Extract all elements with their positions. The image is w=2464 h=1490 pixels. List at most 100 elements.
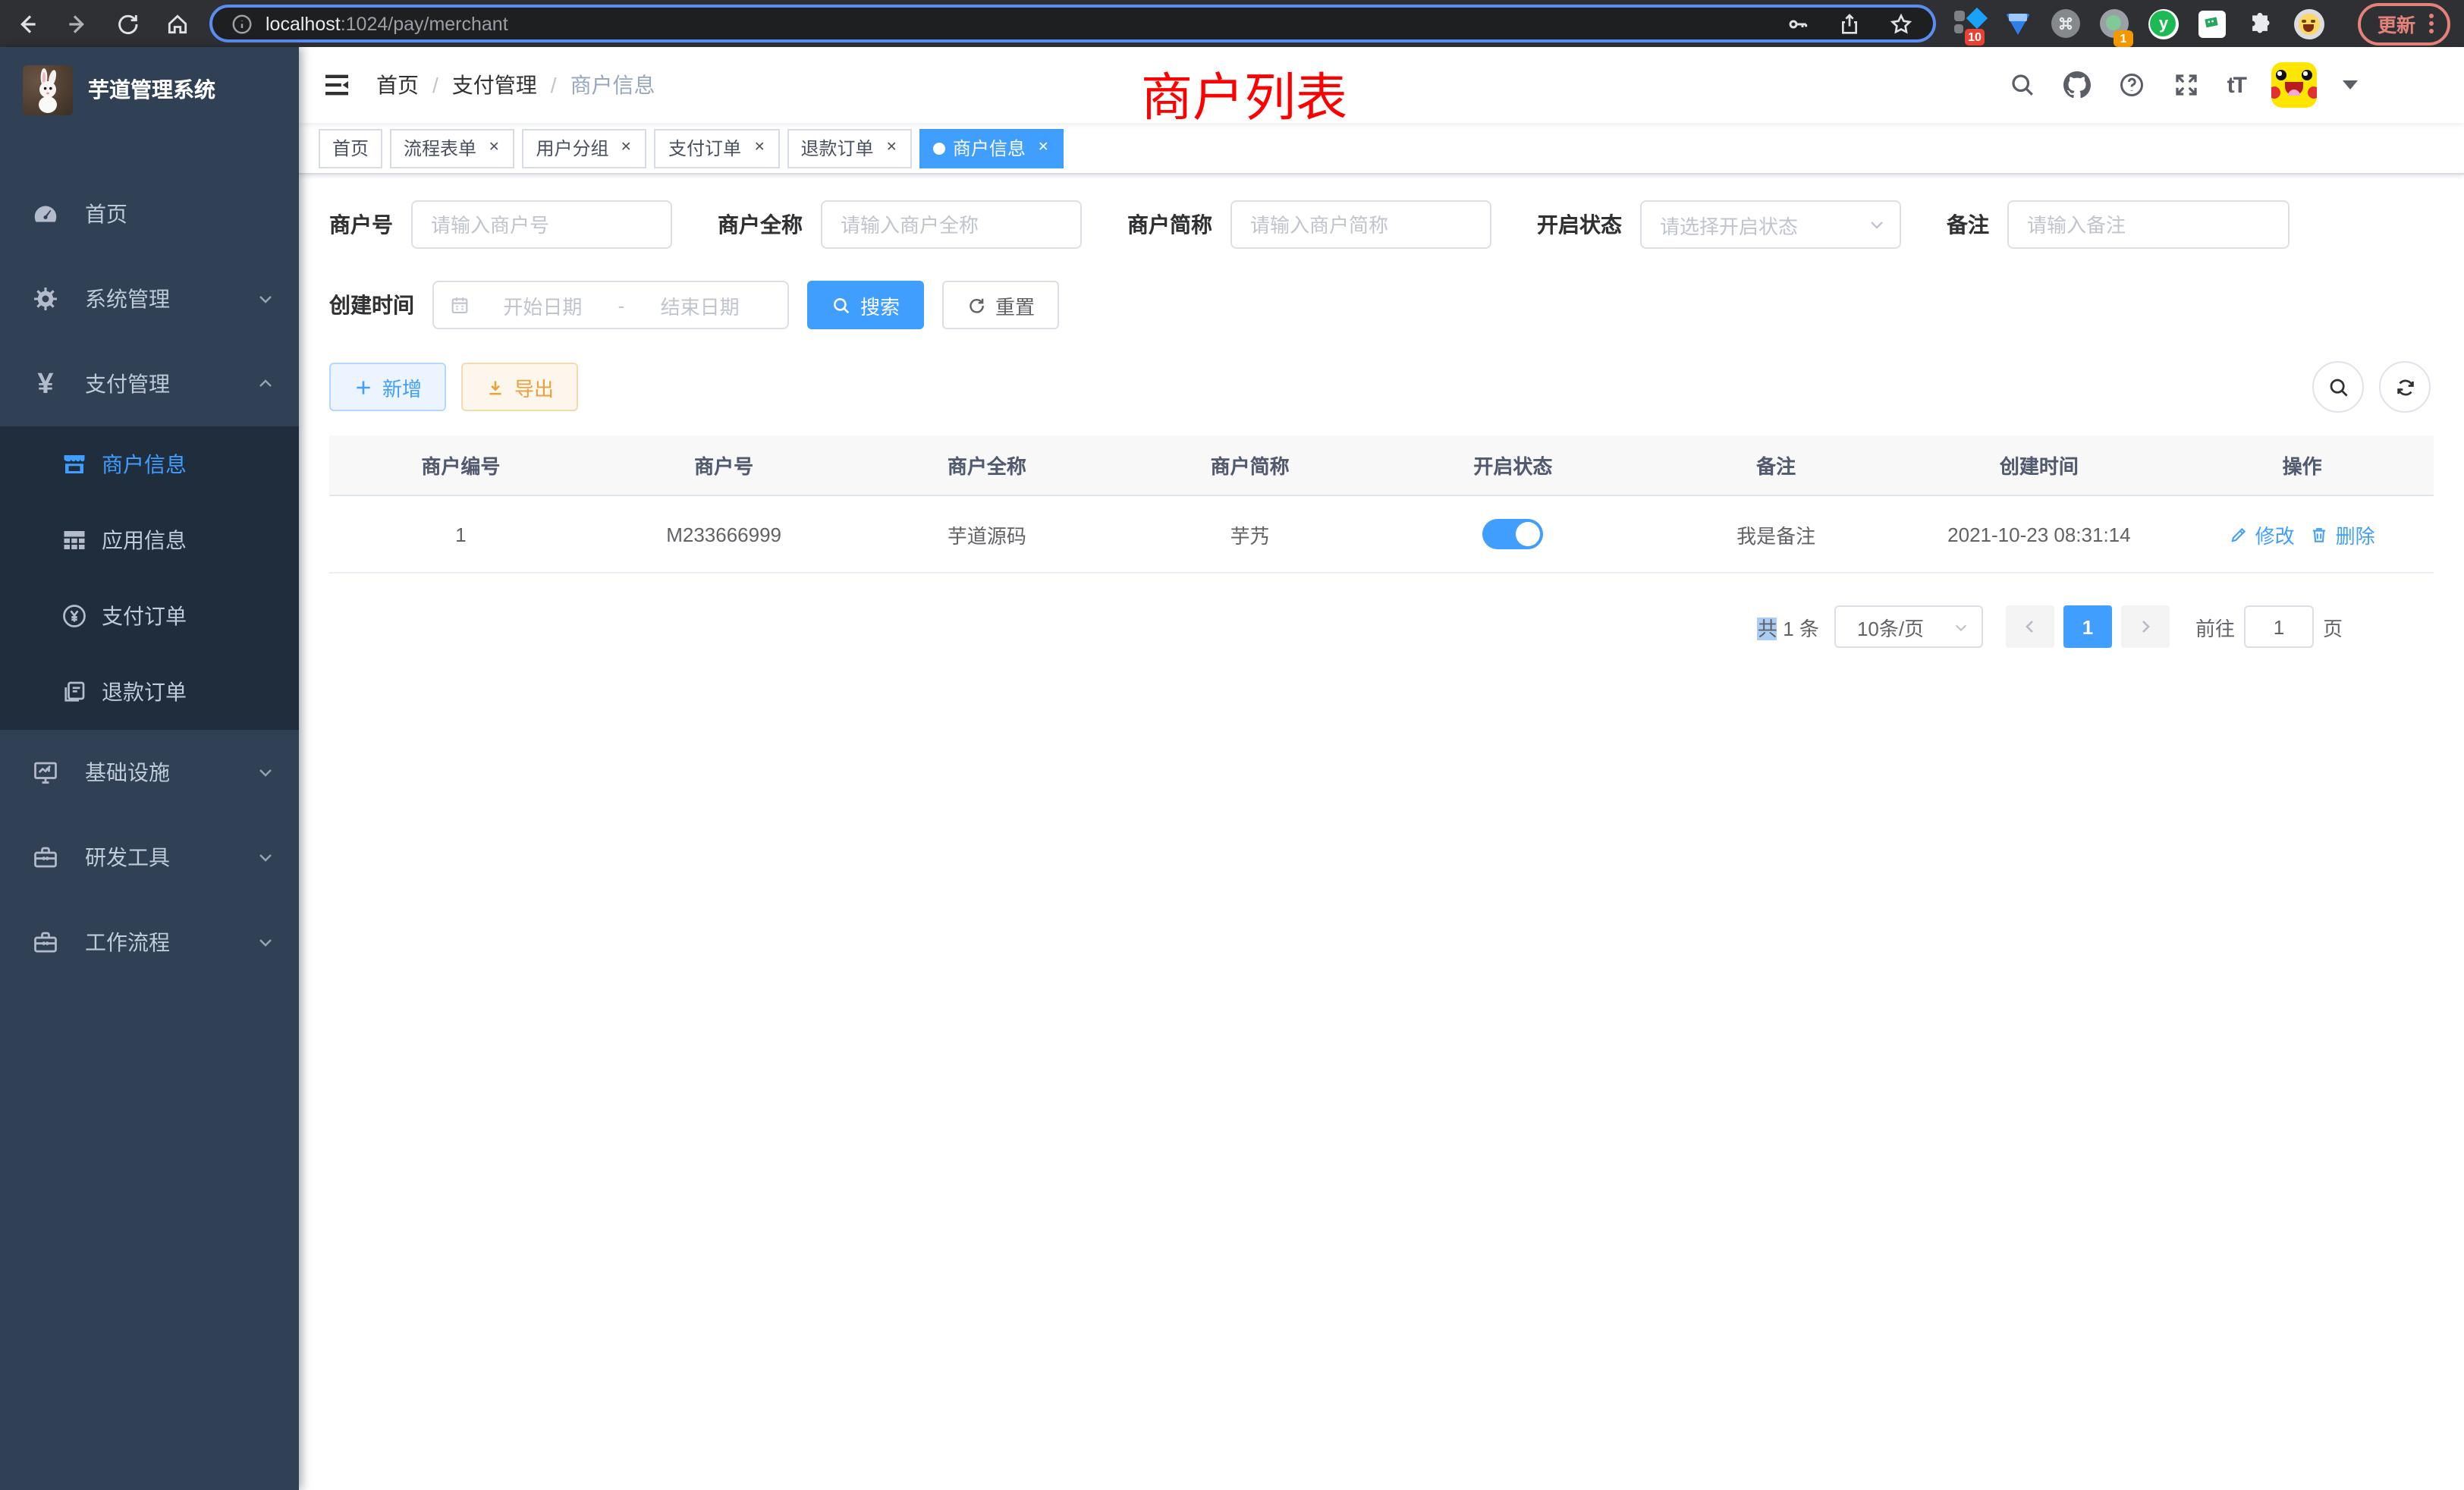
font-size-icon[interactable]: tT <box>2227 72 2246 98</box>
browser-back-button[interactable] <box>14 10 41 37</box>
status-toggle[interactable] <box>1482 519 1543 549</box>
create-time-range-picker[interactable]: 开始日期 - 结束日期 <box>432 281 789 329</box>
create-time-label: 创建时间 <box>329 290 432 320</box>
search-button[interactable]: 搜索 <box>807 281 924 329</box>
close-icon[interactable] <box>752 140 765 156</box>
browser-reload-button[interactable] <box>114 10 141 37</box>
extension-command-icon[interactable] <box>2051 8 2082 39</box>
sidebar-item-dev-tools[interactable]: 研发工具 <box>0 815 299 900</box>
address-bar[interactable]: localhost:1024/pay/merchant <box>209 5 1936 42</box>
share-icon[interactable] <box>1836 10 1863 37</box>
breadcrumb-home[interactable]: 首页 <box>376 70 419 100</box>
column-header: 操作 <box>2170 451 2434 479</box>
tab-label: 商户信息 <box>953 135 1026 161</box>
browser-forward-button[interactable] <box>64 10 91 37</box>
search-icon <box>2327 376 2349 398</box>
pencil-icon <box>2230 524 2249 544</box>
merchant-no-input[interactable] <box>411 200 672 249</box>
remark-label: 备注 <box>1947 209 2007 240</box>
sidebar-item-label: 研发工具 <box>85 842 170 872</box>
reset-button-label: 重置 <box>995 291 1035 319</box>
prev-page-button[interactable] <box>2006 605 2054 648</box>
breadcrumb-separator: / <box>551 73 557 97</box>
delete-button[interactable]: 删除 <box>2310 520 2375 549</box>
cell-remark: 我是备注 <box>1645 520 1908 549</box>
merchant-fullname-label: 商户全称 <box>718 209 821 240</box>
password-key-icon[interactable] <box>1784 10 1812 37</box>
column-header: 备注 <box>1645 451 1908 479</box>
sidebar-item-merchant-info[interactable]: 商户信息 <box>0 426 299 502</box>
extensions-puzzle-icon[interactable] <box>2246 8 2276 39</box>
sidebar-item-payment[interactable]: ¥ 支付管理 <box>0 341 299 426</box>
merchant-shortname-input[interactable] <box>1230 200 1491 249</box>
site-info-icon[interactable] <box>231 12 253 35</box>
sidebar-item-app-info[interactable]: 应用信息 <box>0 502 299 578</box>
browser-home-button[interactable] <box>164 10 191 37</box>
refresh-table-button[interactable] <box>2379 361 2431 413</box>
github-icon[interactable] <box>2063 71 2092 99</box>
total-prefix: 共 <box>1758 617 1777 640</box>
chevron-down-icon <box>256 933 275 951</box>
cell-full-name: 芋道源码 <box>856 520 1119 549</box>
app-logo[interactable]: 芋道管理系统 <box>0 47 299 132</box>
sidebar-item-system[interactable]: 系统管理 <box>0 256 299 341</box>
sidebar-item-label: 首页 <box>85 199 127 229</box>
fullscreen-icon[interactable] <box>2173 71 2202 99</box>
header-search-icon[interactable] <box>2009 71 2038 99</box>
bookmark-star-icon[interactable] <box>1887 10 1915 37</box>
merchant-fullname-input[interactable] <box>821 200 1082 249</box>
chevron-left-icon <box>2021 618 2039 636</box>
status-select[interactable]: 请选择开启状态 <box>1640 200 1901 249</box>
sidebar-item-home[interactable]: 首页 <box>0 171 299 256</box>
sidebar-collapse-icon[interactable] <box>322 70 352 100</box>
next-page-button[interactable] <box>2121 605 2170 648</box>
calendar-icon <box>449 294 470 316</box>
extension-chat-icon[interactable] <box>2197 8 2227 39</box>
page-size-select[interactable]: 10条/页 <box>1834 605 1983 648</box>
close-icon[interactable] <box>487 140 501 156</box>
chevron-down-icon <box>1868 215 1886 234</box>
sidebar-item-label: 支付订单 <box>102 601 187 631</box>
close-icon[interactable] <box>1036 140 1050 156</box>
user-avatar[interactable] <box>2271 62 2317 108</box>
gear-icon <box>30 284 61 314</box>
page-number-1[interactable]: 1 <box>2063 605 2112 648</box>
extension-gem-icon[interactable] <box>2003 8 2033 39</box>
toggle-search-button[interactable] <box>2312 361 2364 413</box>
update-label: 更新 <box>2378 8 2415 37</box>
tab-process-form[interactable]: 流程表单 <box>390 128 514 168</box>
date-separator: - <box>615 294 628 316</box>
reset-button[interactable]: 重置 <box>942 281 1059 329</box>
chevron-down-icon <box>1953 618 1969 635</box>
export-button[interactable]: 导出 <box>461 363 578 411</box>
extension-y-icon[interactable]: y <box>2148 8 2179 39</box>
sidebar-item-refund-order[interactable]: 退款订单 <box>0 654 299 730</box>
help-icon[interactable] <box>2118 71 2147 99</box>
sidebar-item-infrastructure[interactable]: 基础设施 <box>0 730 299 815</box>
browser-profile-avatar[interactable] <box>2294 8 2324 39</box>
user-menu-caret-icon[interactable] <box>2343 80 2358 90</box>
tab-home[interactable]: 首页 <box>319 128 382 168</box>
extension-recorder-icon[interactable]: 1 <box>2100 8 2130 39</box>
browser-update-button[interactable]: 更新 <box>2358 2 2450 45</box>
extension-devtools-icon[interactable]: 10 <box>1954 8 1985 39</box>
tab-label: 首页 <box>332 135 369 161</box>
tab-pay-order[interactable]: 支付订单 <box>655 128 779 168</box>
goto-page-input[interactable] <box>2244 605 2314 648</box>
edit-button[interactable]: 修改 <box>2230 520 2295 549</box>
tab-user-group[interactable]: 用户分组 <box>523 128 647 168</box>
start-date-placeholder: 开始日期 <box>470 291 615 319</box>
browser-menu-icon[interactable] <box>2429 13 2434 33</box>
sidebar-item-pay-order[interactable]: 支付订单 <box>0 578 299 654</box>
sidebar-item-label: 工作流程 <box>85 927 170 957</box>
remark-input[interactable] <box>2007 200 2290 249</box>
status-select-placeholder: 请选择开启状态 <box>1660 210 1798 239</box>
add-button[interactable]: 新增 <box>329 363 446 411</box>
url-text: localhost:1024/pay/merchant <box>266 13 508 34</box>
close-icon[interactable] <box>884 140 897 156</box>
edit-label: 修改 <box>2255 520 2295 549</box>
sidebar-item-workflow[interactable]: 工作流程 <box>0 900 299 985</box>
tab-refund-order[interactable]: 退款订单 <box>787 128 911 168</box>
close-icon[interactable] <box>620 140 633 156</box>
tab-merchant-info[interactable]: 商户信息 <box>919 128 1064 168</box>
